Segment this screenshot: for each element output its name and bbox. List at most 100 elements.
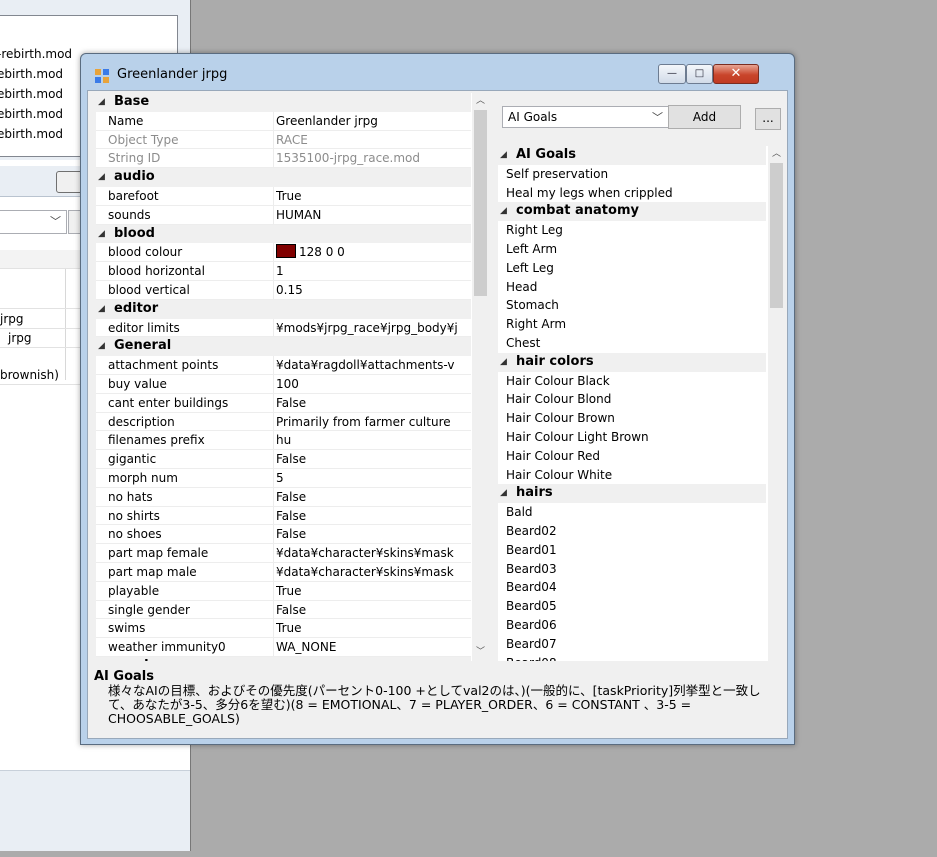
property-value[interactable]: ¥data¥character¥skins¥mask [276,544,466,562]
property-value[interactable]: WA_NONE [276,638,466,656]
property-row[interactable]: buy value 100 [96,375,471,394]
tree-item[interactable]: Beard07 [498,635,766,654]
tree-item[interactable]: Hair Colour Blond [498,390,766,409]
property-value[interactable]: ¥data¥ragdoll¥attachments-v [276,356,466,374]
property-category[interactable]: ◢ Base [96,93,471,112]
tree-item[interactable]: Beard02 [498,522,766,541]
goals-tree-scrollbar[interactable]: ︿ [768,146,785,661]
scroll-thumb[interactable] [474,110,487,296]
property-row[interactable]: single gender False [96,601,471,620]
tree-item[interactable]: Beard03 [498,560,766,579]
property-value[interactable]: 128 0 0 [276,243,466,261]
collapse-icon[interactable]: ◢ [98,337,105,355]
property-row[interactable]: no shoes False [96,525,471,545]
property-row[interactable]: editor limits ¥mods¥jrpg_race¥jrpg_body¥j [96,319,471,338]
goal-type-dropdown[interactable]: AI Goals ﹀ [502,106,670,128]
property-value[interactable]: False [276,601,466,619]
property-value[interactable]: ¥data¥character¥skins¥mask [276,563,466,581]
property-value[interactable]: 1 [276,262,466,280]
tree-item[interactable]: Bald [498,503,766,522]
property-value[interactable]: ¥mods¥jrpg_race¥jrpg_body¥j [276,319,466,337]
property-value[interactable]: 0.15 [276,281,466,299]
scroll-down-icon[interactable]: ﹀ [472,644,489,661]
collapse-icon[interactable]: ◢ [98,168,105,186]
tree-item[interactable]: Stomach [498,296,766,315]
property-row[interactable]: blood colour 128 0 0 [96,243,471,263]
more-options-button[interactable]: ... [755,108,781,130]
property-grid[interactable]: ◢ Base Name Greenlander jrpg Object Type RACE… [96,93,489,661]
title-bar[interactable]: Greenlander jrpg — □ ✕ [81,54,794,90]
property-row[interactable]: attachment points ¥data¥ragdoll¥attachmen… [96,356,471,375]
goals-tree[interactable]: ◢ AI Goals Self preservation Heal my legs w… [498,146,785,661]
property-row[interactable]: Object Type RACE [96,131,471,150]
property-row[interactable]: weather immunity0 WA_NONE [96,638,471,657]
tree-item[interactable]: Head [498,278,766,297]
property-value[interactable]: RACE [276,131,466,149]
property-category[interactable]: ◢ blood [96,224,471,244]
tree-category[interactable]: ◢ AI Goals [498,146,766,165]
property-row[interactable]: part map female ¥data¥character¥skins¥mas… [96,544,471,563]
property-category[interactable]: ◢ audio [96,168,471,187]
collapse-icon[interactable]: ◢ [98,657,105,661]
property-category[interactable]: ◢ editor [96,299,471,319]
property-value[interactable]: True [276,187,466,205]
property-row[interactable]: playable True [96,582,471,601]
property-value[interactable]: True [276,582,466,600]
property-row[interactable]: Name Greenlander jrpg [96,112,471,131]
background-combo[interactable]: ﹀ [0,210,67,234]
property-value[interactable]: 1535100-jrpg_race.mod [276,149,466,167]
property-row[interactable]: no shirts False [96,507,471,526]
property-category[interactable]: ◢ mesh [96,657,471,661]
tree-item[interactable]: Self preservation [498,165,766,184]
tree-item[interactable]: Right Arm [498,315,766,334]
property-value[interactable]: Greenlander jrpg [276,112,466,130]
property-row[interactable]: part map male ¥data¥character¥skins¥mask [96,563,471,582]
tree-item[interactable]: Hair Colour Brown [498,409,766,428]
property-value[interactable]: False [276,507,466,525]
property-value[interactable]: hu [276,431,466,449]
property-row[interactable]: sounds HUMAN [96,206,471,225]
tree-item[interactable]: Beard04 [498,578,766,597]
tree-item[interactable]: Heal my legs when crippled [498,184,766,203]
tree-item[interactable]: Hair Colour Black [498,372,766,391]
scroll-up-icon[interactable]: ︿ [768,146,785,163]
tree-item[interactable]: Beard06 [498,616,766,635]
property-value[interactable]: False [276,394,466,412]
property-row[interactable]: gigantic False [96,450,471,469]
property-row[interactable]: blood vertical 0.15 [96,281,471,300]
property-value[interactable]: Primarily from farmer culture [276,413,466,431]
property-row[interactable]: morph num 5 [96,469,471,488]
tree-item[interactable]: Hair Colour Light Brown [498,428,766,447]
tree-item[interactable]: Hair Colour White [498,466,766,485]
property-row[interactable]: no hats False [96,488,471,507]
property-value[interactable]: HUMAN [276,206,466,224]
collapse-icon[interactable]: ◢ [98,225,105,243]
collapse-icon[interactable]: ◢ [500,353,507,371]
scroll-up-icon[interactable]: ︿ [472,93,489,110]
collapse-icon[interactable]: ◢ [500,484,507,502]
property-value[interactable]: False [276,488,466,506]
tree-category[interactable]: ◢ combat anatomy [498,202,766,222]
property-row[interactable]: cant enter buildings False [96,394,471,413]
property-row[interactable]: description Primarily from farmer culture [96,413,471,432]
tree-item[interactable]: Left Leg [498,259,766,278]
property-value[interactable]: False [276,450,466,468]
tree-item[interactable]: Hair Colour Red [498,447,766,466]
property-row[interactable]: filenames prefix hu [96,431,471,451]
tree-item[interactable]: Beard05 [498,597,766,616]
property-value[interactable]: 5 [276,469,466,487]
tree-category[interactable]: ◢ hair colors [498,352,766,372]
property-value[interactable]: True [276,619,466,637]
tree-item[interactable]: Chest [498,334,766,353]
property-row[interactable]: String ID 1535100-jrpg_race.mod [96,149,471,169]
collapse-icon[interactable]: ◢ [500,202,507,220]
property-value[interactable]: False [276,525,466,543]
collapse-icon[interactable]: ◢ [500,146,507,164]
close-button[interactable]: ✕ [713,64,759,84]
minimize-button[interactable]: — [658,64,686,84]
collapse-icon[interactable]: ◢ [98,300,105,318]
scroll-thumb[interactable] [770,163,783,308]
tree-item[interactable]: Beard01 [498,541,766,560]
property-row[interactable]: barefoot True [96,187,471,206]
property-value[interactable]: 100 [276,375,466,393]
